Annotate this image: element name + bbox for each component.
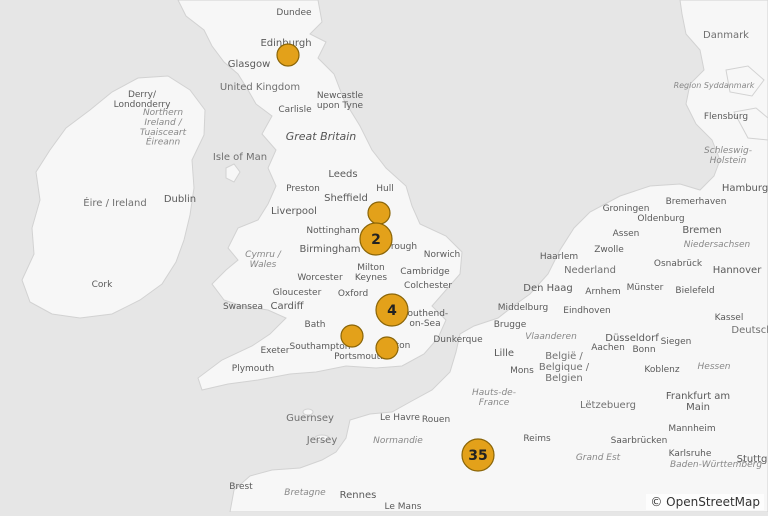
cluster-marker-midlands[interactable]: 2 [360,223,392,255]
cluster-marker-hull[interactable] [368,202,390,224]
label-liverpool: Liverpool [271,206,317,217]
label-aachen: Aachen [591,343,625,353]
label-osnabruck: Osnabrück [654,259,703,269]
label-belgie: België /Belgique /Belgien [539,351,590,384]
label-schleswig: Schleswig-Holstein [704,146,752,166]
label-hamburg: Hamburg [722,183,768,194]
label-exeter: Exeter [260,346,289,356]
map-view[interactable]: Dundee Edinburgh Glasgow United Kingdom … [0,0,768,512]
label-siegen: Siegen [661,337,692,347]
label-leeds: Leeds [328,169,357,180]
label-worcester: Worcester [297,273,343,283]
cluster-count: 2 [371,232,381,248]
label-swansea: Swansea [223,302,263,312]
label-haarlem: Haarlem [540,252,578,262]
label-zwolle: Zwolle [594,245,624,255]
label-great-britain: Great Britain [286,130,357,143]
label-bielefeld: Bielefeld [675,286,714,296]
label-gloucester: Gloucester [273,288,322,298]
label-bonn: Bonn [632,345,655,355]
label-rouen: Rouen [422,415,450,425]
label-guernsey: Guernsey [286,413,334,424]
label-glasgow: Glasgow [228,59,271,70]
map-attribution[interactable]: © OpenStreetMap [646,494,764,510]
label-groningen: Groningen [603,204,650,214]
label-vlaanderen: Vlaanderen [525,332,577,342]
label-grand-est: Grand Est [576,453,621,463]
label-region-syddanmark: Region Syddanmark [674,81,755,90]
label-cymru: Cymru /Wales [245,250,282,270]
label-sheffield: Sheffield [324,193,368,204]
label-milton-keynes: MiltonKeynes [355,263,388,283]
label-stuttgart: Stuttg [737,454,768,465]
label-flensburg: Flensburg [704,112,748,122]
label-normandie: Normandie [373,436,423,446]
label-bretagne: Bretagne [284,488,326,498]
cluster-marker-edinburgh[interactable] [277,44,299,66]
label-cork: Cork [92,280,113,290]
label-lille: Lille [494,348,514,359]
label-bremerhaven: Bremerhaven [666,197,727,207]
label-reims: Reims [523,434,551,444]
label-brugge: Brugge [494,320,527,330]
label-eire: Éire / Ireland [83,196,146,209]
label-den-haag: Den Haag [523,283,573,294]
cluster-count: 35 [468,448,487,464]
label-oldenburg: Oldenburg [637,214,684,224]
label-northern-ireland: NorthernIreland /TuaisceartÉireann [140,108,187,148]
label-dundee: Dundee [276,8,312,18]
cluster-marker-southampton[interactable] [341,325,363,347]
label-kassel: Kassel [715,313,744,323]
cluster-marker-paris[interactable]: 35 [462,439,494,471]
cluster-marker-london[interactable]: 4 [376,294,408,326]
label-dunkerque: Dunkerque [433,335,483,345]
label-bremen: Bremen [682,225,721,236]
label-hannover: Hannover [713,265,763,276]
label-rennes: Rennes [340,490,377,501]
label-preston: Preston [286,184,320,194]
map-canvas[interactable]: Dundee Edinburgh Glasgow United Kingdom … [0,0,768,512]
label-danmark: Danmark [703,30,749,41]
label-isle-of-man: Isle of Man [213,152,267,163]
label-cardiff: Cardiff [270,301,304,312]
label-munster: Münster [627,283,664,293]
label-united-kingdom: United Kingdom [220,82,300,93]
label-mons: Mons [510,366,534,376]
label-oxford: Oxford [338,289,368,299]
cluster-marker-brighton[interactable] [376,337,398,359]
label-le-mans: Le Mans [385,502,422,512]
label-peterborough: rough [391,242,417,252]
label-southampton: Southampton [290,342,351,352]
label-colchester: Colchester [404,281,452,291]
label-norwich: Norwich [424,250,460,260]
label-hessen: Hessen [698,362,731,372]
label-plymouth: Plymouth [232,364,274,374]
label-deutsch: Deutsch [731,325,768,336]
label-dublin: Dublin [164,194,196,205]
label-nottingham: Nottingham [306,226,359,236]
label-arnhem: Arnhem [585,287,620,297]
label-bath: Bath [305,320,326,330]
label-mannheim: Mannheim [668,424,715,434]
label-nederland: Nederland [564,265,616,276]
label-carlisle: Carlisle [278,105,312,115]
label-assen: Assen [613,229,640,239]
label-brest: Brest [229,482,253,492]
label-karlsruhe: Karlsruhe [669,449,712,459]
label-niedersachsen: Niedersachsen [684,240,751,250]
label-le-havre: Le Havre [380,413,420,423]
label-newcastle: Newcastleupon Tyne [317,91,364,111]
label-cambridge: Cambridge [400,267,450,277]
label-hull: Hull [376,184,393,194]
label-birmingham: Birmingham [300,244,361,255]
label-eindhoven: Eindhoven [563,306,610,316]
label-jersey: Jersey [306,435,338,446]
label-koblenz: Koblenz [644,365,679,375]
label-middelburg: Middelburg [498,303,548,313]
label-saarbrucken: Saarbrücken [611,436,668,446]
label-letzebuerg: Lëtzebuerg [580,400,636,411]
cluster-count: 4 [387,303,397,319]
